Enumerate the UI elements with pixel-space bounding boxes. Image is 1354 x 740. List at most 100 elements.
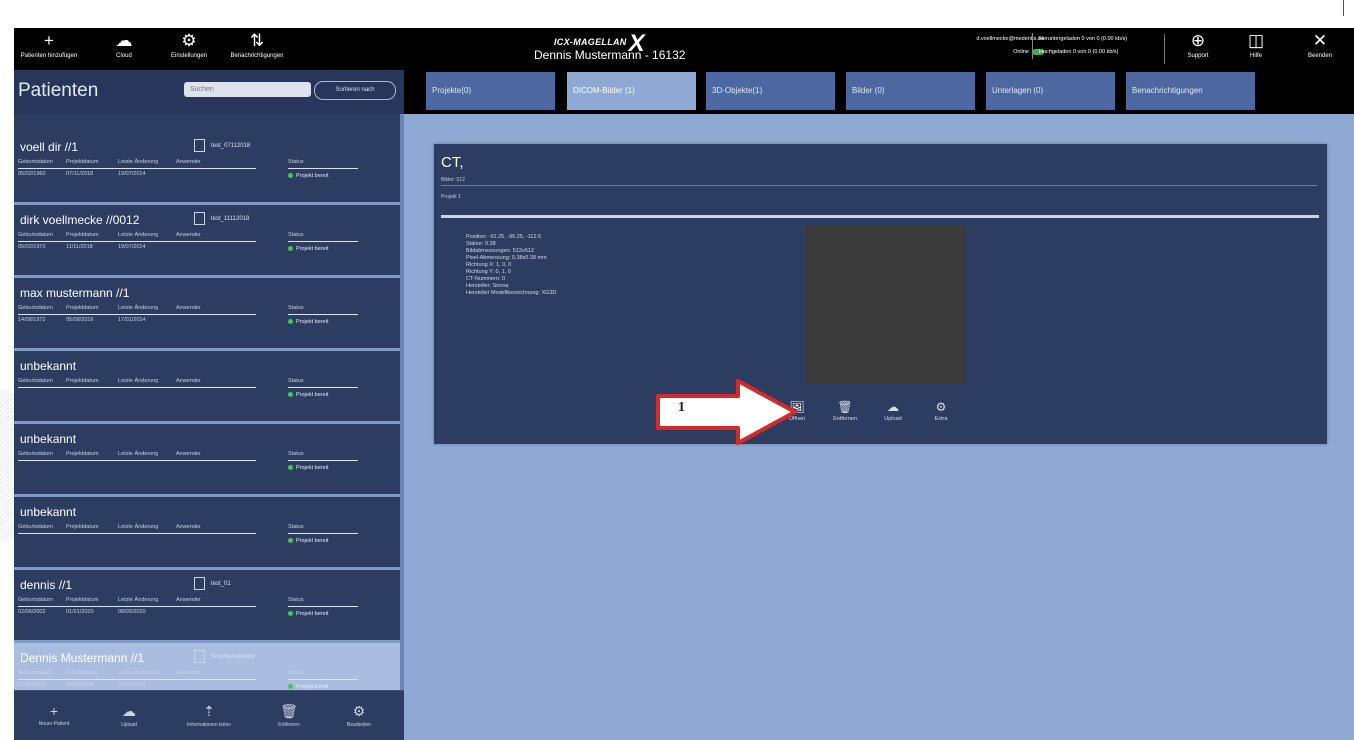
col-change: Letzte Änderung — [118, 670, 159, 676]
meta-line: Richtung X: 1, 0, 0 — [466, 262, 512, 268]
trash-icon: 🗑 — [280, 703, 298, 719]
cloud-button[interactable]: ☁ Cloud — [89, 31, 159, 61]
tab-dicom-images[interactable]: DICOM-Bilder (1) — [567, 72, 696, 110]
status-text: Projekt bereit — [296, 538, 329, 544]
patient-document[interactable]: test_07112018 — [194, 139, 250, 152]
tab-projects[interactable]: Projekte(0) — [426, 72, 555, 110]
patient-row[interactable]: voell dir //1 test_07112018 Geburtsdatum… — [14, 132, 404, 205]
patient-name: dirk voellmecke //0012 — [20, 213, 140, 227]
document-icon — [194, 577, 205, 590]
patient-row[interactable]: max mustermann //1 Geburtsdatum Projektda… — [14, 278, 404, 351]
status-dot-icon — [288, 173, 293, 179]
exit-button[interactable]: ✕ Beenden — [1290, 31, 1350, 61]
patient-row[interactable]: unbekannt Geburtsdatum Projektdatum Letzte… — [14, 497, 404, 570]
share-button[interactable]: ⇡ Informationen teilen — [179, 703, 239, 728]
meta-line: CT-Nummern: 0 — [466, 276, 506, 282]
add-patient-label: Patienten hinzufügen — [20, 53, 78, 59]
tab-documents[interactable]: Unterlagen (0) — [986, 72, 1115, 110]
remove-button[interactable]: 🗑 Entfernen — [820, 400, 870, 422]
upload-icon: ⇡ — [203, 703, 215, 719]
document-name: Knochenstruktur — [211, 654, 255, 661]
sidebar-header: Patienten Sortieren nach — [14, 70, 404, 114]
tab-notifications[interactable]: Benachrichtigungen — [1126, 72, 1255, 110]
meta-line: Pixel-Abmessung: 0.38x0.38 mm — [466, 255, 547, 261]
patient-document[interactable]: Knochenstruktur — [194, 650, 255, 663]
status-text: Projekt bereit — [296, 465, 329, 471]
sort-button[interactable]: Sortieren nach — [314, 81, 396, 100]
col-user: Anwender — [176, 451, 201, 457]
download-status: Heruntergeladen 0 von 0 (0.00 kb/s) — [1039, 36, 1128, 42]
tab-3d-objects[interactable]: 3D-Objekte(1) — [706, 72, 835, 110]
tab-images[interactable]: Bilder (0) — [846, 72, 975, 110]
patient-row[interactable]: unbekannt Geburtsdatum Projektdatum Letzte… — [14, 424, 404, 497]
patient-row[interactable]: unbekannt Geburtsdatum Projektdatum Letzte… — [14, 351, 404, 424]
col-birth: Geburtsdatum — [18, 597, 53, 603]
patient-row[interactable]: dennis //1 test_01 Geburtsdatum Projektda… — [14, 570, 404, 643]
exit-label: Beenden — [1307, 53, 1333, 59]
patient-row[interactable]: dirk voellmecke //0012 test_11112018 Geb… — [14, 205, 404, 278]
col-user: Anwender — [176, 670, 201, 676]
transfer-status: Heruntergeladen 0 von 0 (0.00 kb/s) Hoch… — [1032, 33, 1179, 59]
birth-date: 05/02/1960 — [18, 171, 46, 177]
online-label: Online — [1013, 49, 1029, 55]
col-project: Projektdatum — [66, 159, 99, 165]
status-dot-icon — [288, 538, 293, 544]
patient-columns: Geburtsdatum Projektdatum Letzte Änderung A… — [18, 377, 256, 388]
search-input[interactable] — [184, 82, 311, 97]
col-birth: Geburtsdatum — [18, 305, 53, 311]
dicom-project: Projekt 1 — [441, 194, 461, 200]
new-patient-label: Neuer Patient — [38, 721, 70, 727]
change-date: 08/05/2020 — [118, 609, 146, 615]
meta-line: Position: -91.25, -96.25, -112.5 — [466, 234, 542, 240]
status-text: Projekt bereit — [296, 246, 329, 252]
annotation-number: 1 — [678, 400, 685, 415]
col-birth: Geburtsdatum — [18, 378, 53, 384]
remove-label: Entfernen — [833, 416, 857, 422]
notifications-button[interactable]: ⇅ Benachrichtigungen — [222, 31, 292, 61]
status-dot-icon — [288, 392, 293, 398]
patient-columns: Geburtsdatum Projektdatum Letzte Änderung A… — [18, 304, 256, 315]
col-user: Anwender — [176, 159, 201, 165]
sidebar-footer: + Neuer Patient ☁ Upload ⇡ Informationen te… — [14, 690, 404, 740]
patient-document[interactable]: test_11112018 — [194, 212, 249, 225]
logo-text: ICX-MAGELLAN — [554, 37, 627, 47]
project-date: 11/11/2018 — [66, 244, 93, 250]
settings-label: Einstellungen — [170, 53, 208, 59]
upload-button[interactable]: ☁ Upload — [99, 703, 159, 728]
connection-status: d.voellmecke@medentis.de Online — [914, 33, 1044, 59]
support-button[interactable]: ⊕ Support — [1170, 31, 1226, 61]
add-patient-button[interactable]: + Patienten hinzufügen — [14, 31, 84, 61]
col-user: Anwender — [176, 378, 201, 384]
patient-columns: Geburtsdatum Projektdatum Letzte Änderung A… — [18, 596, 256, 607]
document-name: test_01 — [211, 581, 231, 588]
upload-dicom-button[interactable]: ☁ Upload — [868, 400, 918, 422]
patient-columns: Geburtsdatum Projektdatum Letzte Änderung A… — [18, 158, 256, 169]
col-project: Projektdatum — [66, 524, 99, 530]
col-birth: Geburtsdatum — [18, 670, 53, 676]
status-badge: Projekt bereit — [288, 538, 328, 544]
edit-patient-button[interactable]: ⚙ Bearbeiten — [329, 703, 389, 728]
extra-button[interactable]: ⚙ Extra — [916, 400, 966, 422]
dicom-metadata: Position: -91.25, -96.25, -112.5 Stärke:… — [466, 234, 557, 297]
top-bar: + Patienten hinzufügen ☁ Cloud ⚙ Einstel… — [14, 28, 1354, 70]
sidebar-scrollbar[interactable] — [400, 114, 404, 690]
col-project: Projektdatum — [66, 670, 99, 676]
new-patient-button[interactable]: + Neuer Patient — [24, 703, 84, 727]
status-header: Status — [288, 232, 358, 242]
cloud-icon: ☁ — [115, 31, 133, 50]
patient-document[interactable]: test_01 — [194, 577, 231, 590]
dicom-preview-image[interactable] — [806, 225, 966, 384]
current-user: Dennis Mustermann - 16132 — [534, 48, 686, 62]
dicom-card: CT, Bilder: 512 Projekt 1 Position: -91.… — [434, 144, 1327, 444]
settings-button[interactable]: ⚙ Einstellungen — [154, 31, 224, 61]
close-icon: ✕ — [1312, 31, 1328, 50]
status-badge: Projekt bereit — [288, 173, 328, 179]
cloud-label: Cloud — [116, 53, 132, 59]
change-date: 17/01/2014 — [118, 317, 146, 323]
change-date: 19/07/2014 — [118, 171, 146, 177]
birth-date: 14/08/1972 — [18, 317, 46, 323]
trash-icon: 🗑 — [837, 400, 853, 414]
delete-patient-button[interactable]: 🗑 Entfernen — [259, 703, 319, 728]
col-change: Letzte Änderung — [118, 524, 159, 530]
help-button[interactable]: ◫ Hilfe — [1228, 31, 1284, 61]
